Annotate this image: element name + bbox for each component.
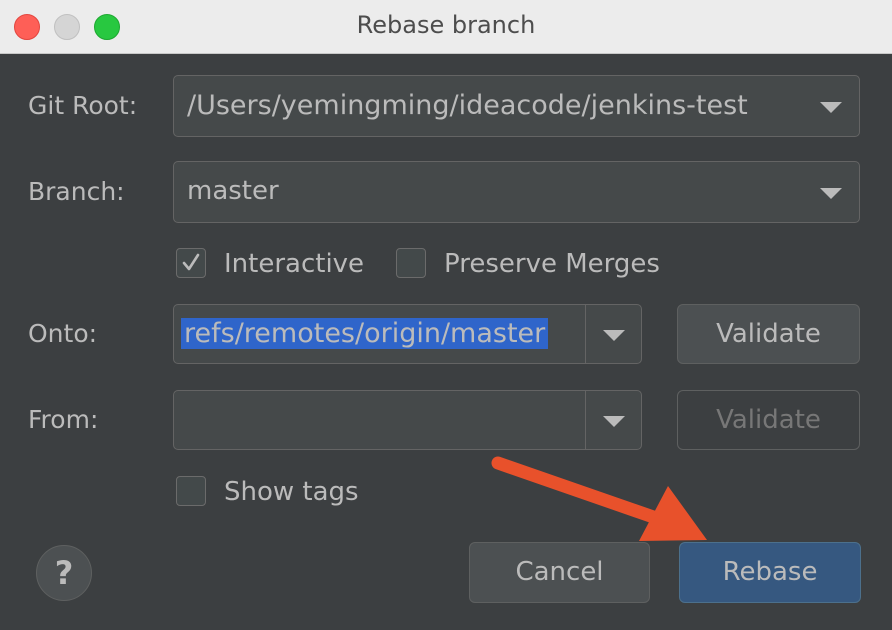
from-label: From: — [28, 405, 99, 434]
help-button[interactable]: ? — [36, 545, 92, 601]
rebase-button[interactable]: Rebase — [679, 542, 861, 603]
chevron-down-icon — [820, 188, 842, 199]
git-root-value: /Users/yemingming/ideacode/jenkins-test — [187, 90, 748, 121]
interactive-label: Interactive — [224, 249, 365, 279]
from-dropdown-toggle[interactable] — [585, 391, 641, 449]
onto-dropdown-toggle[interactable] — [585, 305, 641, 363]
onto-label: Onto: — [28, 319, 98, 348]
chevron-down-icon — [820, 102, 842, 113]
from-validate-button[interactable]: Validate — [677, 390, 860, 450]
preserve-merges-label: Preserve Merges — [444, 249, 660, 279]
git-root-label: Git Root: — [28, 91, 138, 120]
interactive-checkbox[interactable] — [176, 248, 206, 278]
show-tags-label: Show tags — [224, 477, 359, 507]
preserve-merges-checkbox[interactable] — [396, 248, 426, 278]
onto-input-value[interactable]: refs/remotes/origin/master — [181, 318, 549, 349]
chevron-down-icon — [603, 416, 625, 427]
onto-validate-button[interactable]: Validate — [677, 304, 860, 364]
help-icon: ? — [54, 554, 74, 592]
cancel-button[interactable]: Cancel — [469, 542, 650, 603]
rebase-dialog: Rebase branch Git Root: /Users/yemingmin… — [0, 0, 892, 630]
from-combobox[interactable] — [173, 390, 642, 450]
window-title: Rebase branch — [356, 11, 536, 39]
checkmark-icon — [182, 253, 200, 271]
title-bar: Rebase branch — [0, 0, 892, 54]
chevron-down-icon — [603, 330, 625, 341]
branch-value: master — [187, 176, 279, 206]
git-root-dropdown[interactable]: /Users/yemingming/ideacode/jenkins-test — [173, 75, 860, 137]
onto-combobox[interactable]: refs/remotes/origin/master — [173, 304, 642, 364]
branch-label: Branch: — [28, 177, 125, 206]
show-tags-checkbox[interactable] — [176, 476, 206, 506]
branch-dropdown[interactable]: master — [173, 161, 860, 223]
